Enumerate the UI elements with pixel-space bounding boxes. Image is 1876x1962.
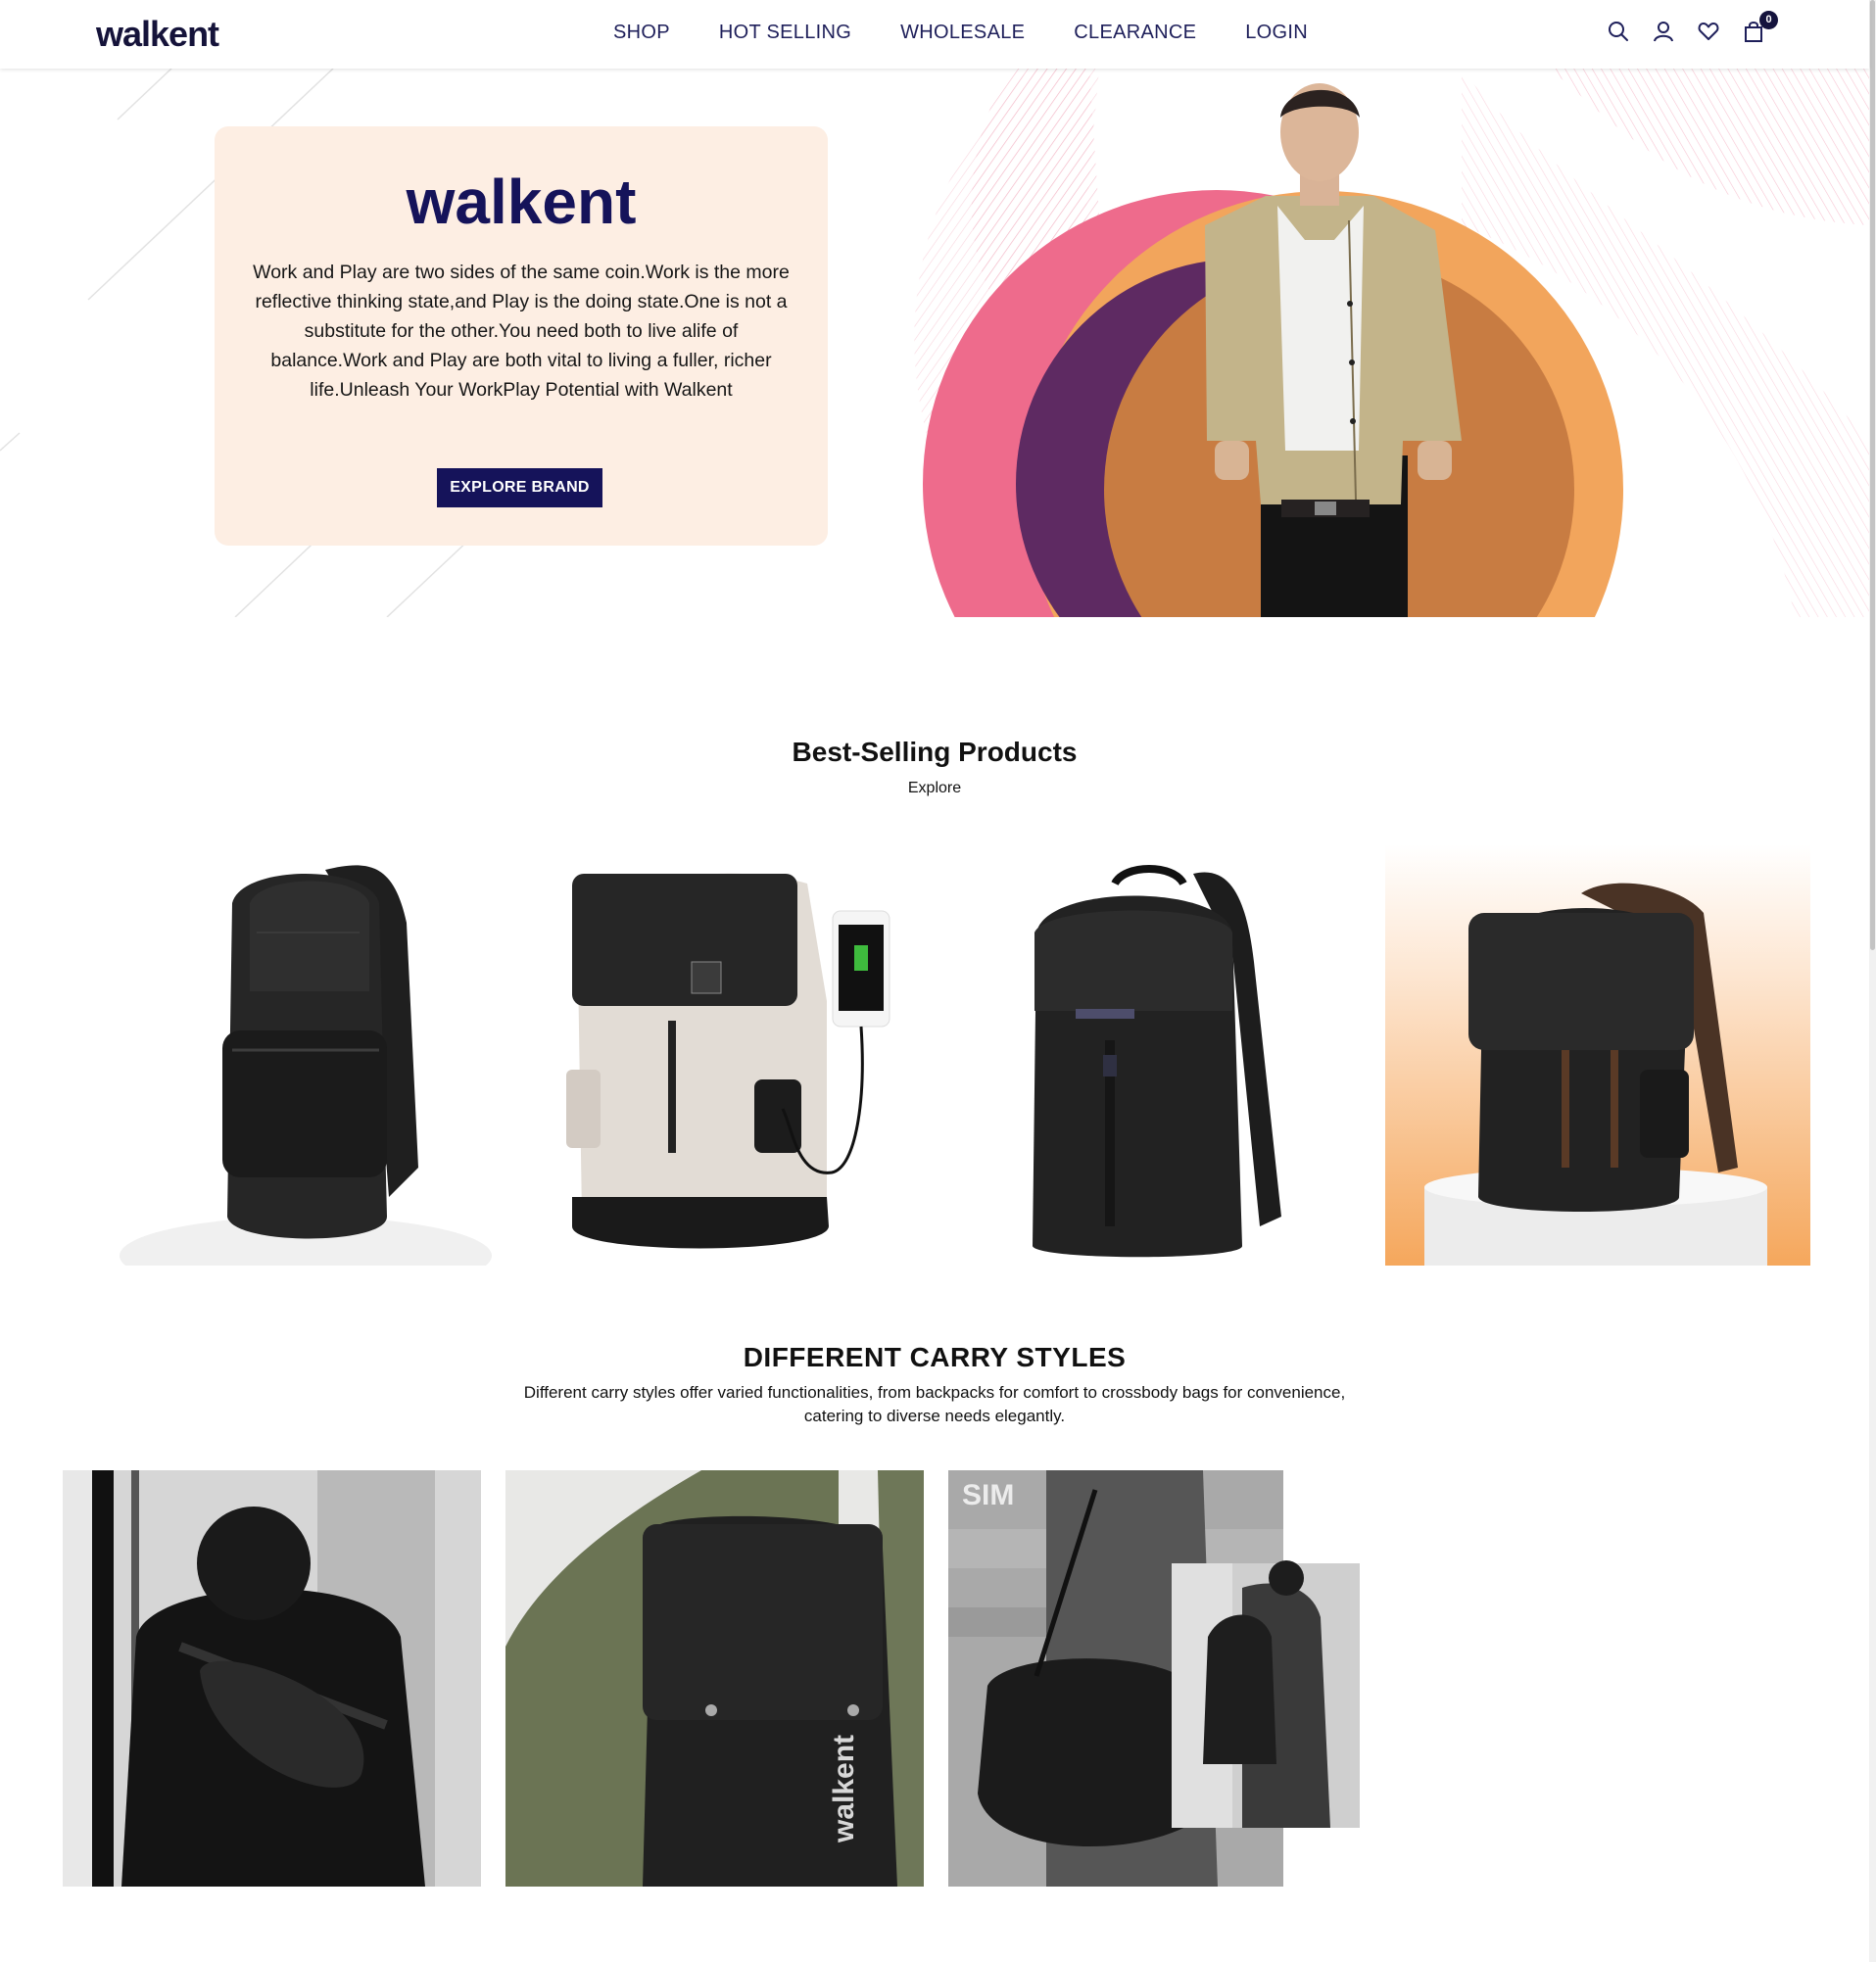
nav-login[interactable]: LOGIN (1245, 22, 1308, 44)
black-backpack-image (1033, 865, 1281, 1258)
usb-backpack-image (566, 873, 890, 1249)
hero-description: Work and Play are two sides of the same … (253, 262, 790, 401)
nav-wholesale[interactable]: WHOLESALE (900, 22, 1025, 44)
product-card-1[interactable] (95, 844, 518, 1266)
main-nav: SHOP HOT SELLING WHOLESALE CLEARANCE LOG… (613, 22, 1357, 44)
product-card-3[interactable] (948, 844, 1371, 1266)
leather-backpack-image (1385, 844, 1810, 1266)
best-selling-subtitle[interactable]: Explore (0, 780, 1869, 797)
page-scrollbar[interactable] (1869, 0, 1876, 1962)
explore-brand-button[interactable]: EXPLORE BRAND (437, 468, 602, 507)
crossbody-photo (63, 1470, 481, 1887)
sign-text: SIM (962, 1479, 1014, 1511)
backpack-photo: walkent (505, 1470, 924, 1887)
scrollbar-thumb[interactable] (1870, 0, 1875, 950)
cart-icon[interactable]: 0 (1742, 11, 1778, 43)
duffel-photo: SIM (948, 1470, 1360, 1887)
brand-logo[interactable]: walkent (96, 14, 219, 55)
user-icon[interactable] (1652, 20, 1675, 43)
product-card-4[interactable] (1385, 844, 1810, 1266)
header-icons: 0 (1607, 11, 1778, 43)
cart-count-badge: 0 (1759, 11, 1778, 29)
bag-brand-text: walkent (828, 1735, 860, 1843)
product-card-2[interactable] (513, 844, 937, 1266)
nav-clearance[interactable]: CLEARANCE (1074, 22, 1196, 44)
search-icon[interactable] (1607, 20, 1630, 43)
carry-style-backpack[interactable]: walkent (505, 1470, 924, 1887)
nav-shop[interactable]: SHOP (613, 22, 670, 44)
nav-hot-selling[interactable]: HOT SELLING (719, 22, 851, 44)
hero-model-image (914, 69, 1869, 617)
carry-styles-description: Different carry styles offer varied func… (0, 1381, 1869, 1428)
heart-icon[interactable] (1697, 20, 1720, 43)
carry-styles-title: DIFFERENT CARRY STYLES (743, 1342, 1127, 1372)
hero-card: walkent Work and Play are two sides of t… (215, 126, 828, 546)
carry-style-crossbody[interactable] (63, 1470, 481, 1887)
carry-styles-description-line1: Different carry styles offer varied func… (523, 1383, 1346, 1402)
hero-banner: walkent Work and Play are two sides of t… (0, 69, 1869, 617)
carry-style-duffel[interactable]: SIM (948, 1470, 1360, 1887)
hero-title: walkent (406, 167, 637, 237)
backpack-image (120, 865, 492, 1266)
best-selling-title: Best-Selling Products (792, 737, 1078, 767)
site-header: walkent SHOP HOT SELLING WHOLESALE CLEAR… (0, 0, 1869, 69)
carry-styles-description-line2: catering to diverse needs elegantly. (803, 1407, 1066, 1425)
